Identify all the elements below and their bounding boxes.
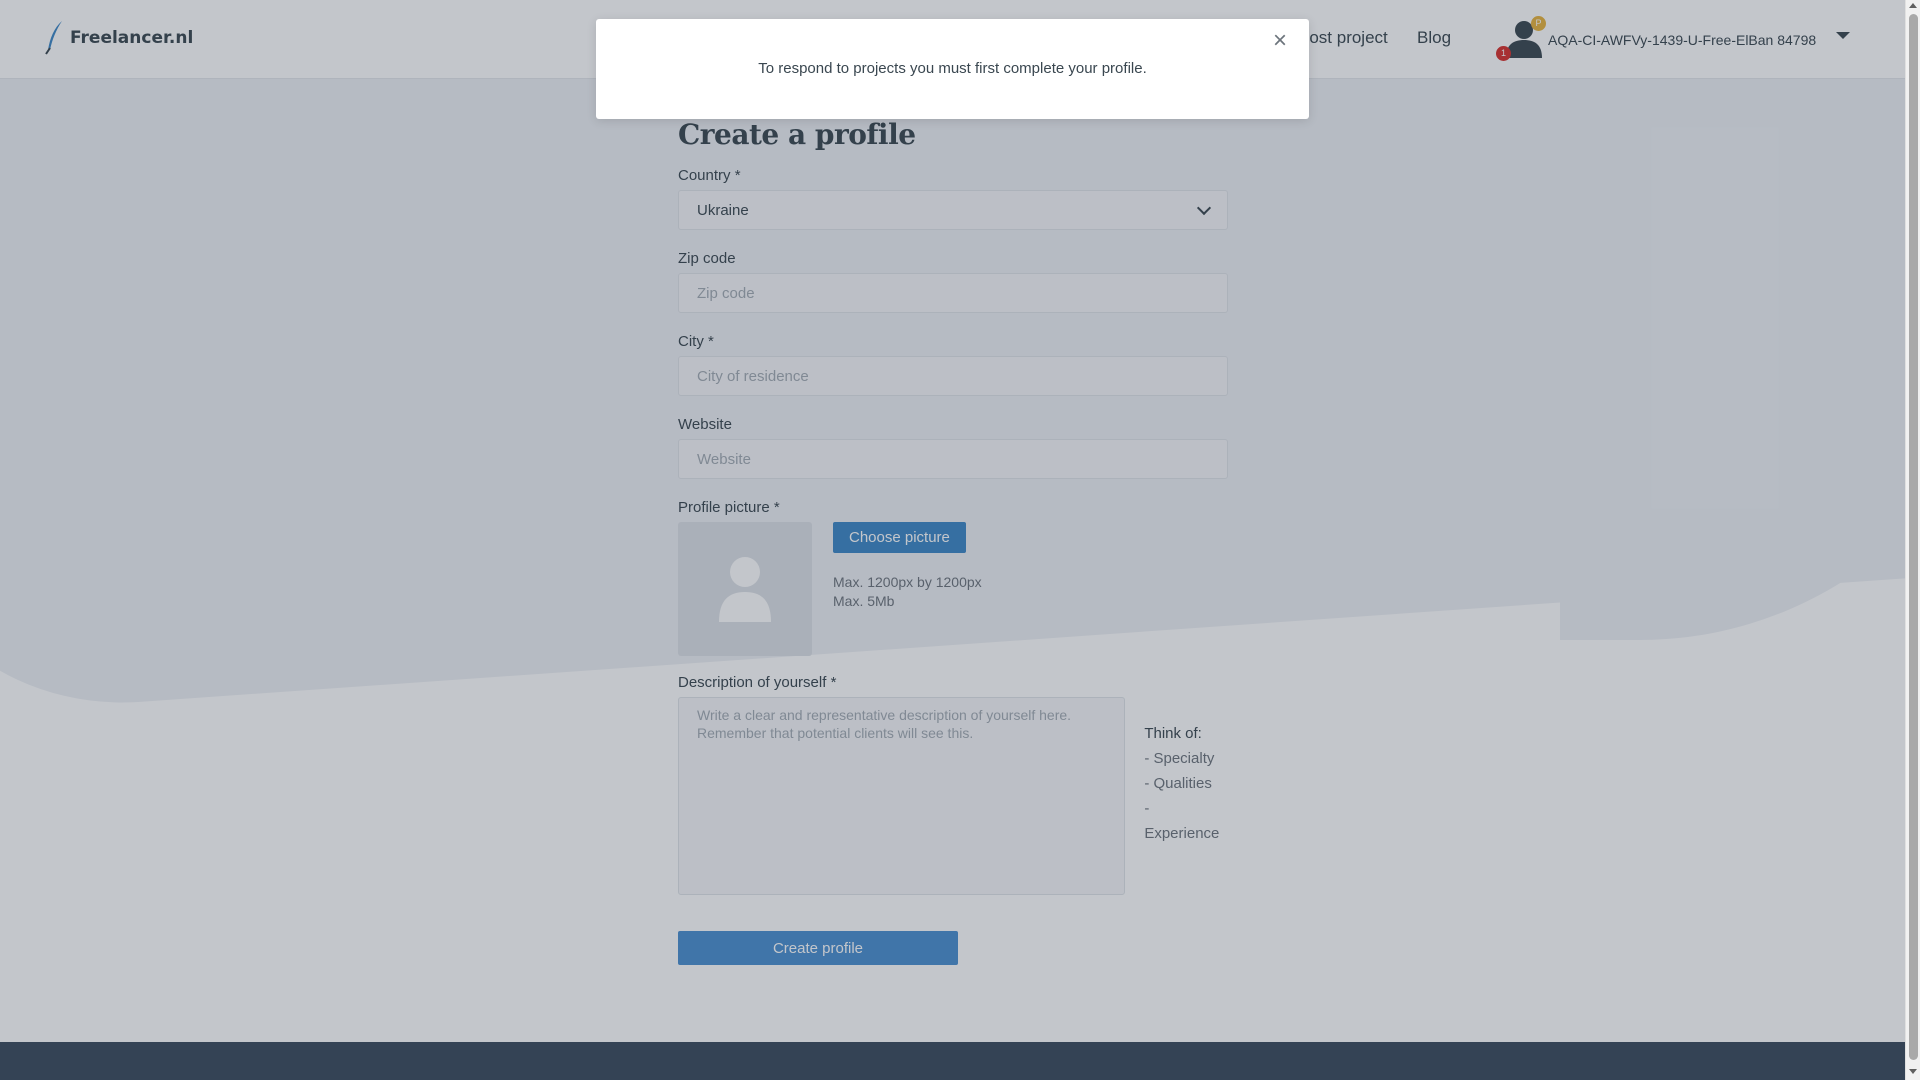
scroll-up-icon[interactable] bbox=[1909, 3, 1917, 8]
scroll-thumb[interactable] bbox=[1909, 14, 1918, 1060]
profile-required-modal: × To respond to projects you must first … bbox=[596, 19, 1309, 119]
scrollbar[interactable] bbox=[1905, 0, 1920, 1080]
modal-message: To respond to projects you must first co… bbox=[758, 60, 1147, 77]
close-icon[interactable]: × bbox=[1273, 29, 1287, 53]
modal-backdrop[interactable] bbox=[0, 0, 1905, 1080]
page: Freelancer.nl Post project Blog P 1 AQA-… bbox=[0, 0, 1905, 1080]
scroll-down-icon[interactable] bbox=[1909, 1069, 1917, 1074]
